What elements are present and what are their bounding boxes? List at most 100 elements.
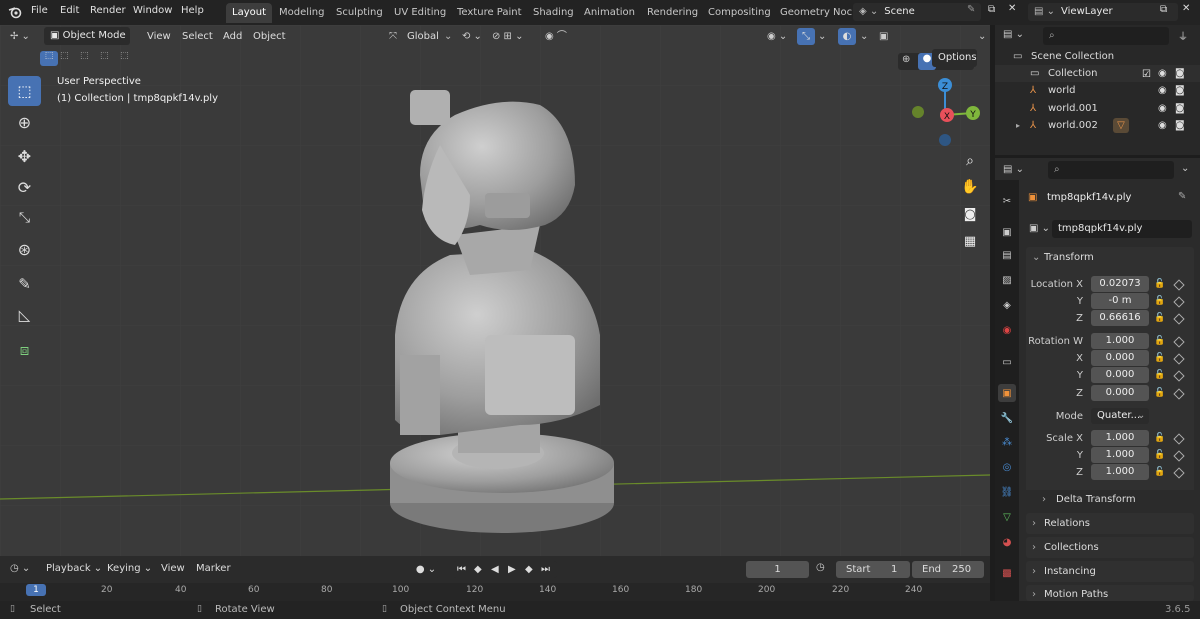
tab-animation[interactable]: Animation <box>578 3 641 23</box>
tool-cursor[interactable]: ⊕ <box>8 107 41 137</box>
tab-scene[interactable]: ◈ <box>998 296 1016 314</box>
lock-icon[interactable]: 🔓 <box>1154 450 1166 460</box>
tab-output[interactable]: ▤ <box>998 246 1016 264</box>
tab-sculpting[interactable]: Sculpting <box>330 3 389 23</box>
select-subtract-icon[interactable]: ⬚ <box>80 51 89 61</box>
chevron-down-icon[interactable]: ⌄ <box>1181 163 1189 174</box>
menu-timeline-view[interactable]: View <box>161 563 185 574</box>
select-extend-icon[interactable]: ⬚ <box>60 51 69 61</box>
blender-logo-icon[interactable] <box>8 5 22 19</box>
menu-render[interactable]: Render <box>90 5 126 16</box>
outliner-collection[interactable]: ▭ Collection ☑ ◉ ◙ <box>995 65 1200 82</box>
play-icon[interactable]: ▶ <box>508 561 516 578</box>
tab-compositing[interactable]: Compositing <box>702 3 777 23</box>
delete-view-layer-icon[interactable]: ✕ <box>1182 3 1190 14</box>
tool-measure[interactable]: ◺ <box>8 300 41 330</box>
camera-icon[interactable]: ◙ <box>1175 82 1185 99</box>
pivot-icon[interactable]: ⟲ ⌄ <box>462 28 482 45</box>
outliner-item-world-001[interactable]: ⅄ world.001 ◉ ◙ <box>995 100 1200 117</box>
outliner-type-icon[interactable]: ▤ ⌄ <box>1003 29 1024 40</box>
relations-panel[interactable]: › Relations <box>1026 513 1194 534</box>
pan-button[interactable]: ✋ <box>957 174 983 200</box>
lock-icon[interactable]: 🔓 <box>1154 370 1166 380</box>
rotation-y-field[interactable]: 0.000 <box>1091 367 1149 383</box>
chevron-down-icon[interactable]: ⌄ <box>444 28 452 45</box>
overlay-toggle-icon[interactable]: ◐ <box>838 28 856 45</box>
expand-arrow-icon[interactable]: ▸ <box>1016 117 1020 134</box>
chevron-down-icon[interactable]: ⌄ <box>818 28 826 45</box>
location-z-field[interactable]: 0.66616 <box>1091 310 1149 326</box>
visibility-icon[interactable]: ◉ ⌄ <box>767 28 787 45</box>
pin-icon[interactable]: ✎ <box>1178 191 1186 202</box>
instancing-panel[interactable]: › Instancing <box>1026 561 1194 582</box>
tab-particles[interactable]: ⁂ <box>998 433 1016 451</box>
3d-viewport[interactable] <box>0 25 990 556</box>
menu-playback[interactable]: Playback ⌄ <box>46 563 102 574</box>
eye-icon[interactable]: ◉ <box>1158 100 1167 117</box>
outliner-item-world-002[interactable]: ▸ ⅄ world.002 ▽ ◉ ◙ <box>995 117 1200 134</box>
menu-object[interactable]: Object <box>253 28 286 45</box>
outliner-search[interactable]: ⌕ <box>1043 27 1169 45</box>
outliner-scene-collection[interactable]: ▭ Scene Collection <box>995 48 1200 65</box>
tab-data[interactable]: ▽ <box>998 508 1016 526</box>
select-new-icon[interactable]: ⬚ <box>40 51 58 66</box>
start-frame-field[interactable]: Start 1 <box>836 561 910 578</box>
tool-move[interactable]: ✥ <box>8 141 41 171</box>
camera-icon[interactable]: ◙ <box>1175 117 1185 134</box>
orientation-selector[interactable]: Global <box>407 28 439 45</box>
playhead[interactable]: 1 <box>26 584 46 596</box>
location-x-field[interactable]: 0.02073 <box>1091 276 1149 292</box>
tab-geometry-nodes[interactable]: Geometry Noc <box>774 3 852 23</box>
tool-transform[interactable]: ⊛ <box>8 234 41 264</box>
mesh-data-icon[interactable]: ▽ <box>1113 118 1129 133</box>
lock-icon[interactable]: 🔓 <box>1154 296 1166 306</box>
axis-gizmo[interactable]: Z X Y <box>905 75 985 155</box>
jump-start-icon[interactable]: ⏮ <box>457 561 466 578</box>
menu-view[interactable]: View <box>147 28 171 45</box>
tab-constraints[interactable]: ⛓ <box>998 483 1016 501</box>
eye-icon[interactable]: ◉ <box>1158 82 1167 99</box>
rotation-x-field[interactable]: 0.000 <box>1091 350 1149 366</box>
jump-end-icon[interactable]: ⏭ <box>541 561 550 578</box>
menu-marker[interactable]: Marker <box>196 563 231 574</box>
tab-uv-editing[interactable]: UV Editing <box>388 3 452 23</box>
menu-edit[interactable]: Edit <box>60 5 79 16</box>
filter-icon[interactable]: ⏚ <box>1178 28 1188 43</box>
wireframe-shading-icon[interactable]: ⊕ <box>902 54 910 65</box>
tab-texture[interactable]: ▩ <box>998 564 1016 582</box>
lock-icon[interactable]: 🔓 <box>1154 467 1166 477</box>
lock-icon[interactable]: 🔓 <box>1154 433 1166 443</box>
properties-type-icon[interactable]: ▤ ⌄ <box>1003 164 1024 175</box>
menu-add[interactable]: Add <box>223 28 242 45</box>
chevron-down-icon[interactable]: ⌄ <box>978 28 986 45</box>
tab-object[interactable]: ▣ <box>998 384 1016 402</box>
menu-window[interactable]: Window <box>133 5 172 16</box>
lock-icon[interactable]: 🔓 <box>1154 336 1166 346</box>
menu-keying[interactable]: Keying ⌄ <box>107 563 152 574</box>
rotation-z-field[interactable]: 0.000 <box>1091 385 1149 401</box>
checkbox-icon[interactable]: ☑ <box>1142 66 1151 83</box>
outliner-item-world[interactable]: ⅄ world ◉ ◙ <box>995 82 1200 99</box>
tab-modeling[interactable]: Modeling <box>273 3 331 23</box>
jump-keyframe-forward-icon[interactable]: ◆ <box>525 561 533 578</box>
delete-scene-icon[interactable]: ✕ <box>1008 3 1016 14</box>
snap-icon[interactable]: ⊘ ⊞ ⌄ <box>492 28 524 45</box>
mode-selector[interactable]: ▣ Object Mode ⌄ <box>44 27 130 59</box>
editor-type-icon[interactable]: ✢ ⌄ <box>10 28 30 45</box>
tool-select-box[interactable]: ⬚ <box>8 76 41 106</box>
rotation-w-field[interactable]: 1.000 <box>1091 333 1149 349</box>
motion-paths-panel[interactable]: › Motion Paths <box>1026 585 1194 601</box>
location-y-field[interactable]: -0 m <box>1091 293 1149 309</box>
eye-icon[interactable]: ◉ <box>1158 65 1167 82</box>
rotation-mode-dropdown[interactable]: Quater... ⌄ <box>1091 408 1149 424</box>
record-button[interactable]: ● ⌄ <box>412 561 440 578</box>
object-name-field[interactable]: tmp8qpkf14v.ply <box>1052 220 1192 238</box>
tool-add-cube[interactable]: ⧈ <box>8 335 41 365</box>
eye-icon[interactable]: ◉ <box>1158 117 1167 134</box>
camera-icon[interactable]: ◙ <box>1175 65 1185 82</box>
chevron-down-icon[interactable]: ⌄ <box>860 28 868 45</box>
camera-icon[interactable]: ◙ <box>1175 100 1185 117</box>
tab-tool[interactable]: ✂ <box>998 192 1016 210</box>
tool-scale[interactable]: ⤡ <box>8 203 41 233</box>
select-invert-icon[interactable]: ⬚ <box>100 51 109 61</box>
